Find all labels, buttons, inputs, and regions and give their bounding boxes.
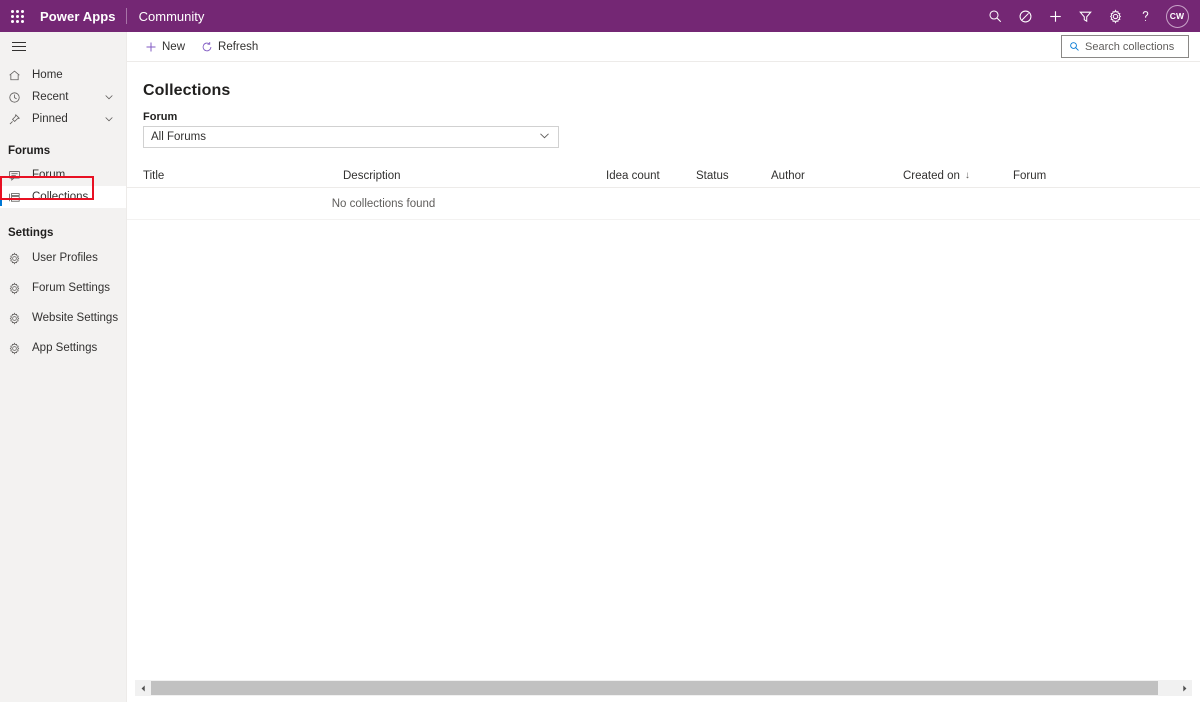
column-header-description[interactable]: Description [343,170,606,182]
column-header-label: Title [143,169,165,182]
sidebar-item-forum[interactable]: Forum [0,164,126,186]
gear-icon [8,281,26,295]
app-launcher-icon[interactable] [0,0,34,32]
forum-filter-value: All Forums [151,131,206,143]
column-header-label: Author [771,169,805,182]
forum-filter-label: Forum [143,111,178,123]
column-header-forum[interactable]: Forum [1013,170,1133,182]
avatar-initials: CW [1165,4,1189,28]
column-header-created-on[interactable]: Created on ↓ [903,170,1013,182]
sidebar-item-recent[interactable]: Recent [0,86,126,108]
refresh-button-label: Refresh [218,40,259,53]
column-header-title[interactable]: Title [143,170,343,182]
sidebar-group-title-settings: Settings [8,227,54,239]
scrollbar-track[interactable] [151,680,1176,696]
column-header-label: Idea count [606,169,660,182]
refresh-icon [201,41,213,53]
column-header-label: Forum [1013,169,1047,182]
sidebar-item-label: Forum [32,169,66,181]
sidebar-item-forum-settings[interactable]: Forum Settings [0,277,126,299]
app-name[interactable]: Community [127,9,205,24]
search-icon [1069,41,1080,52]
page-title: Collections [143,82,231,99]
gear-icon [8,341,26,355]
chevron-down-icon[interactable] [104,114,114,124]
avatar[interactable]: CW [1160,0,1194,32]
brand-title[interactable]: Power Apps [34,9,126,24]
forum-filter-dropdown[interactable]: All Forums [143,126,559,148]
home-icon [8,69,26,82]
horizontal-scrollbar[interactable] [135,680,1192,696]
sidebar-item-label: Pinned [32,113,68,125]
brand-icon-group: CW [980,0,1200,32]
sidebar-item-home[interactable]: Home [0,64,126,86]
gear-icon [8,251,26,265]
sidebar-item-label: Collections [32,191,89,203]
chevron-down-icon[interactable] [104,92,114,102]
pin-icon [8,113,26,126]
collections-grid: Title Description Idea count Status Auth… [127,164,1200,220]
new-button[interactable]: New [137,33,193,61]
new-button-label: New [162,40,186,53]
column-header-label: Status [696,169,729,182]
sidebar-item-label: Forum Settings [32,282,110,294]
column-header-label: Created on [903,169,960,182]
search-placeholder: Search collections [1085,40,1175,53]
hamburger-menu-icon[interactable] [0,32,44,60]
chevron-left-icon[interactable] [135,680,151,696]
sidebar-item-app-settings[interactable]: App Settings [0,337,126,359]
filter-icon[interactable] [1070,0,1100,32]
sidebar-item-label: Website Settings [32,312,119,324]
column-header-author[interactable]: Author [771,170,903,182]
main-content: New Refresh Search collections Collectio… [127,32,1200,702]
scrollbar-thumb[interactable] [151,681,1158,695]
sidebar-item-collections[interactable]: Collections [0,186,126,208]
refresh-button[interactable]: Refresh [193,33,266,61]
top-brand-bar: Power Apps Community CW [0,0,1200,32]
plus-icon[interactable] [1040,0,1070,32]
list-icon [8,191,26,204]
plus-icon [145,41,157,53]
search-icon[interactable] [980,0,1010,32]
app-root: Power Apps Community CW Home Recent Pinn… [0,0,1200,702]
column-header-idea-count[interactable]: Idea count [606,170,696,182]
command-bar: New Refresh Search collections [127,32,1200,62]
column-header-label: Description [343,169,401,182]
search-input[interactable]: Search collections [1061,35,1189,58]
grid-header-row: Title Description Idea count Status Auth… [127,164,1200,188]
column-header-status[interactable]: Status [696,170,771,182]
environment-icon[interactable] [1010,0,1040,32]
sidebar-item-label: Recent [32,91,69,103]
chevron-right-icon[interactable] [1176,680,1192,696]
sidebar-group-title-forums: Forums [8,145,51,157]
gear-icon [8,311,26,325]
comment-icon [8,169,26,182]
clock-icon [8,91,26,104]
sidebar-item-user-profiles[interactable]: User Profiles [0,247,126,269]
sidebar-item-pinned[interactable]: Pinned [0,108,126,130]
sidebar-item-label: User Profiles [32,252,98,264]
gear-icon[interactable] [1100,0,1130,32]
sort-descending-icon: ↓ [964,170,970,181]
grid-empty-message: No collections found [127,188,1200,220]
help-icon[interactable] [1130,0,1160,32]
sidebar-item-label: App Settings [32,342,98,354]
chevron-down-icon[interactable] [539,130,550,144]
sidebar: Home Recent Pinned Forums Forum Collecti… [0,32,127,702]
sidebar-item-website-settings[interactable]: Website Settings [0,307,126,329]
sidebar-item-label: Home [32,69,63,81]
